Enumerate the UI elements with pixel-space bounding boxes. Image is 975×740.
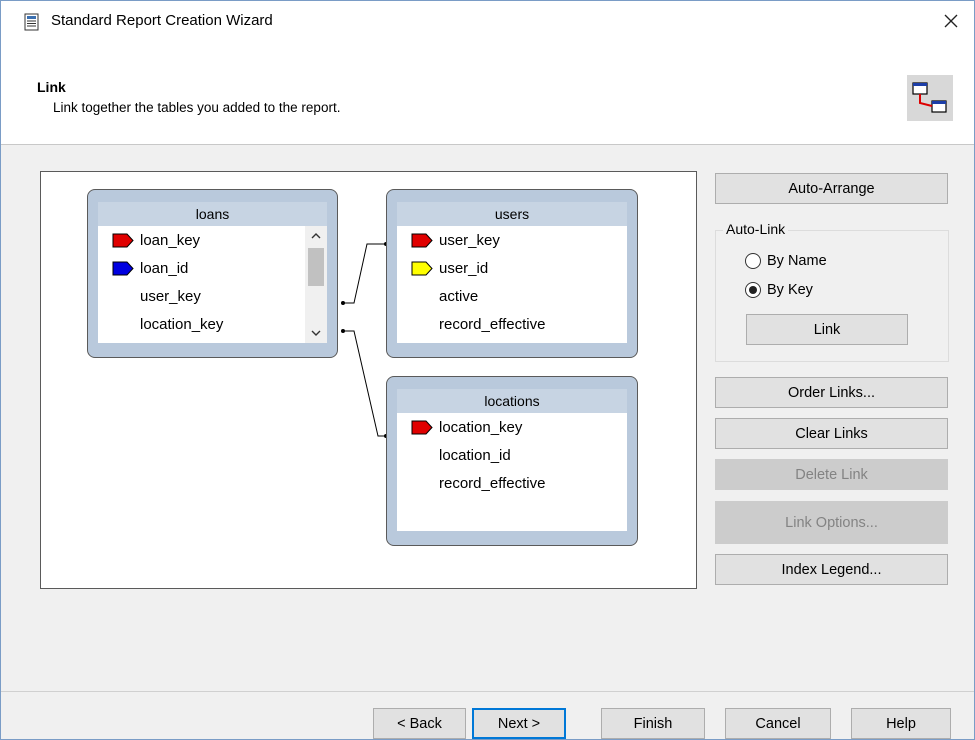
window-title: Standard Report Creation Wizard <box>51 12 273 29</box>
table-loans[interactable]: loans loan_key loan_id user_key location… <box>87 189 338 358</box>
delete-link-button[interactable]: Delete Link <box>715 459 948 490</box>
radio-on-icon <box>745 282 761 298</box>
vertical-scrollbar[interactable] <box>305 226 327 343</box>
scroll-thumb[interactable] <box>308 248 324 286</box>
field-row[interactable]: location_id <box>403 441 623 469</box>
scroll-up-icon[interactable] <box>305 228 327 244</box>
finish-button[interactable]: Finish <box>601 708 705 739</box>
wizard-window: Standard Report Creation Wizard Link Lin… <box>0 0 975 740</box>
link-line-location-key <box>343 330 386 437</box>
link-options-button[interactable]: Link Options... <box>715 501 948 544</box>
field-row[interactable]: record_effective <box>403 310 623 338</box>
wizard-header: Link Link together the tables you added … <box>1 41 974 145</box>
table-header: users <box>397 202 627 226</box>
blue-index-icon <box>112 261 134 276</box>
table-locations[interactable]: locations location_key location_id recor… <box>386 376 638 546</box>
by-name-radio[interactable]: By Name <box>745 251 827 271</box>
table-header: locations <box>397 389 627 413</box>
index-legend-button[interactable]: Index Legend... <box>715 554 948 585</box>
table-fields: user_key user_id active record_effective <box>397 226 627 343</box>
order-links-button[interactable]: Order Links... <box>715 377 948 408</box>
radio-off-icon <box>745 253 761 269</box>
field-row[interactable]: loan_id <box>104 254 304 282</box>
red-index-icon <box>411 420 433 435</box>
red-index-icon <box>112 233 134 248</box>
report-icon <box>24 13 39 31</box>
next-button[interactable]: Next > <box>472 708 566 739</box>
field-row[interactable]: location_key <box>403 413 623 441</box>
red-index-icon <box>411 233 433 248</box>
cancel-button[interactable]: Cancel <box>725 708 831 739</box>
field-row[interactable]: user_key <box>403 226 623 254</box>
auto-arrange-button[interactable]: Auto-Arrange <box>715 173 948 204</box>
help-button[interactable]: Help <box>851 708 951 739</box>
clear-links-button[interactable]: Clear Links <box>715 418 948 449</box>
auto-link-label: Auto-Link <box>723 221 789 237</box>
table-fields: location_key location_id record_effectiv… <box>397 413 627 531</box>
close-button[interactable] <box>928 1 974 41</box>
back-button[interactable]: < Back <box>373 708 466 739</box>
page-title: Link <box>37 79 66 95</box>
field-row[interactable]: user_id <box>403 254 623 282</box>
link-icon <box>907 75 953 121</box>
scroll-down-icon[interactable] <box>305 325 327 341</box>
link-button[interactable]: Link <box>746 314 908 345</box>
field-row[interactable]: record_effective <box>403 469 623 497</box>
link-line-user-key <box>343 243 386 304</box>
close-icon <box>944 14 958 28</box>
field-row[interactable]: user_key <box>104 282 304 310</box>
field-row[interactable]: loan_key <box>104 226 304 254</box>
field-row[interactable]: location_key <box>104 310 304 338</box>
title-bar: Standard Report Creation Wizard <box>1 1 974 41</box>
yellow-index-icon <box>411 261 433 276</box>
table-header: loans <box>98 202 327 226</box>
footer-divider <box>1 691 974 692</box>
page-subtitle: Link together the tables you added to th… <box>53 100 341 115</box>
table-fields: loan_key loan_id user_key location_key <box>98 226 327 343</box>
field-row[interactable]: active <box>403 282 623 310</box>
link-canvas[interactable]: loans loan_key loan_id user_key location… <box>40 171 697 589</box>
table-users[interactable]: users user_key user_id active record_eff… <box>386 189 638 358</box>
by-key-radio[interactable]: By Key <box>745 280 813 300</box>
